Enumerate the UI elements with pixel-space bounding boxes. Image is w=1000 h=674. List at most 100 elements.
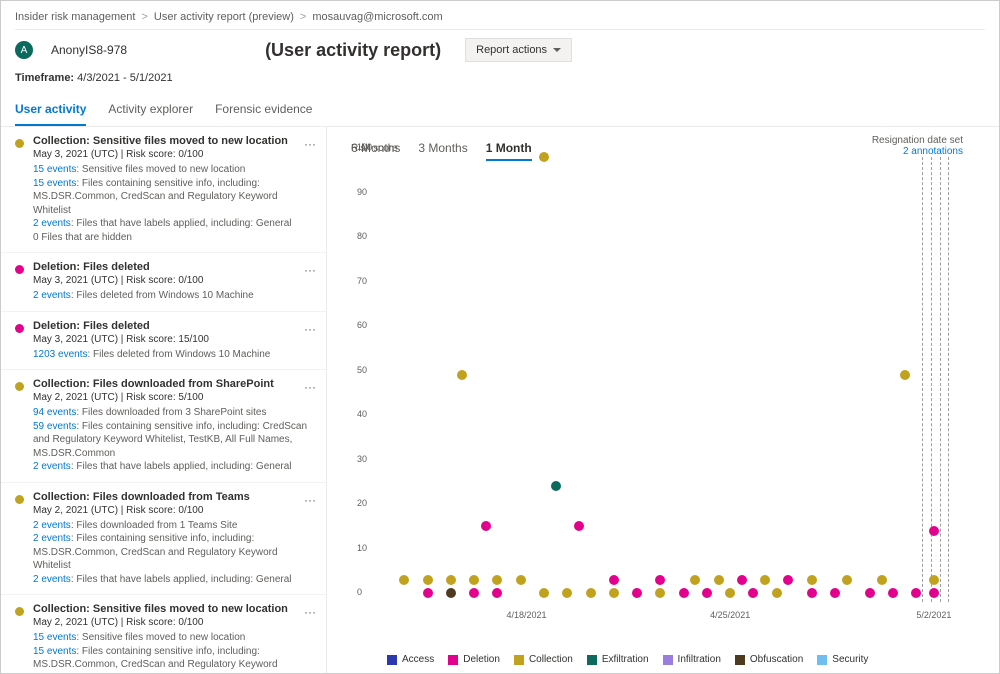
data-point[interactable] (690, 575, 700, 585)
more-icon[interactable]: ··· (304, 380, 316, 394)
activity-item[interactable]: Deletion: Files deleted···May 3, 2021 (U… (1, 253, 326, 312)
data-point[interactable] (807, 575, 817, 585)
legend-item[interactable]: Infiltration (663, 654, 721, 665)
legend-item[interactable]: Obfuscation (735, 654, 803, 665)
data-point[interactable] (748, 588, 758, 598)
data-point[interactable] (679, 588, 689, 598)
event-count-link[interactable]: 2 events (33, 533, 71, 544)
data-point[interactable] (702, 588, 712, 598)
data-point[interactable] (877, 575, 887, 585)
event-count-link[interactable]: 15 events (33, 646, 76, 657)
data-point[interactable] (655, 575, 665, 585)
breadcrumb-item[interactable]: Insider risk management (15, 11, 135, 23)
tab-activity-explorer[interactable]: Activity explorer (108, 94, 193, 126)
legend-item[interactable]: Security (817, 654, 868, 665)
data-point[interactable] (609, 588, 619, 598)
legend-swatch-icon (663, 655, 673, 665)
data-point[interactable] (551, 481, 561, 491)
data-point[interactable] (807, 588, 817, 598)
more-icon[interactable]: ··· (304, 137, 316, 151)
data-point[interactable] (830, 588, 840, 598)
data-point[interactable] (760, 575, 770, 585)
data-point[interactable] (481, 521, 491, 531)
data-point[interactable] (469, 575, 479, 585)
data-point[interactable] (842, 575, 852, 585)
event-count-link[interactable]: 2 events (33, 574, 71, 585)
event-count-link[interactable]: 2 events (33, 218, 71, 229)
activity-item[interactable]: Collection: Files downloaded from Teams·… (1, 483, 326, 596)
legend-item[interactable]: Exfiltration (587, 654, 649, 665)
tab-user-activity[interactable]: User activity (15, 94, 86, 126)
activity-item[interactable]: Collection: Sensitive files moved to new… (1, 595, 326, 673)
activity-detail: 2 events: Files containing sensitive inf… (33, 532, 308, 573)
data-point[interactable] (492, 575, 502, 585)
more-icon[interactable]: ··· (304, 605, 316, 619)
more-icon[interactable]: ··· (304, 263, 316, 277)
event-count-link[interactable]: 94 events (33, 407, 76, 418)
legend-item[interactable]: Access (387, 654, 434, 665)
data-point[interactable] (469, 588, 479, 598)
breadcrumb: Insider risk management>User activity re… (1, 1, 999, 29)
more-icon[interactable]: ··· (304, 493, 316, 507)
data-point[interactable] (446, 575, 456, 585)
legend-item[interactable]: Deletion (448, 654, 500, 665)
data-point[interactable] (539, 588, 549, 598)
data-point[interactable] (586, 588, 596, 598)
activity-item[interactable]: Deletion: Files deleted···May 3, 2021 (U… (1, 312, 326, 371)
data-point[interactable] (772, 588, 782, 598)
event-count-link[interactable]: 2 events (33, 290, 71, 301)
tab-forensic-evidence[interactable]: Forensic evidence (215, 94, 312, 126)
event-count-link[interactable]: 15 events (33, 164, 76, 175)
data-point[interactable] (888, 588, 898, 598)
data-point[interactable] (423, 588, 433, 598)
data-point[interactable] (911, 588, 921, 598)
legend-item[interactable]: Collection (514, 654, 573, 665)
breadcrumb-item[interactable]: mosauvag@microsoft.com (312, 11, 442, 23)
activity-sidebar[interactable]: Collection: Sensitive files moved to new… (1, 127, 327, 673)
annotations-link[interactable]: 2 annotations (872, 146, 963, 157)
data-point[interactable] (655, 588, 665, 598)
data-point[interactable] (929, 588, 939, 598)
data-point[interactable] (457, 370, 467, 380)
event-count-link[interactable]: 15 events (33, 632, 76, 643)
legend-swatch-icon (735, 655, 745, 665)
data-point[interactable] (562, 588, 572, 598)
legend-swatch-icon (587, 655, 597, 665)
breadcrumb-item[interactable]: User activity report (preview) (154, 11, 294, 23)
annotation-line (922, 157, 923, 602)
type-dot-icon (15, 382, 24, 391)
data-point[interactable] (783, 575, 793, 585)
activity-item[interactable]: Collection: Files downloaded from ShareP… (1, 370, 326, 483)
data-point[interactable] (516, 575, 526, 585)
data-point[interactable] (900, 370, 910, 380)
data-point[interactable] (725, 588, 735, 598)
data-point[interactable] (714, 575, 724, 585)
activity-detail: 2 events: Files that have labels applied… (33, 573, 308, 587)
event-count-link[interactable]: 59 events (33, 421, 76, 432)
data-point[interactable] (574, 521, 584, 531)
report-actions-button[interactable]: Report actions (465, 38, 572, 62)
activity-title: Deletion: Files deleted (33, 261, 308, 273)
event-count-link[interactable]: 2 events (33, 520, 71, 531)
data-point[interactable] (929, 526, 939, 536)
activity-item[interactable]: Collection: Sensitive files moved to new… (1, 127, 326, 253)
event-count-link[interactable]: 2 events (33, 461, 71, 472)
event-count-link[interactable]: 1203 events (33, 349, 88, 360)
event-count-link[interactable]: 15 events (33, 178, 76, 189)
data-point[interactable] (865, 588, 875, 598)
activity-detail: 2 events: Files downloaded from 1 Teams … (33, 519, 308, 533)
data-point[interactable] (492, 588, 502, 598)
data-point[interactable] (929, 575, 939, 585)
activity-detail: 15 events: Sensitive files moved to new … (33, 163, 308, 177)
data-point[interactable] (609, 575, 619, 585)
data-point[interactable] (539, 152, 549, 162)
data-point[interactable] (399, 575, 409, 585)
data-point[interactable] (632, 588, 642, 598)
y-tick: 40 (357, 409, 367, 419)
data-point[interactable] (423, 575, 433, 585)
activity-detail: 2 events: Files that have labels applied… (33, 460, 308, 474)
data-point[interactable] (446, 588, 456, 598)
data-point[interactable] (737, 575, 747, 585)
more-icon[interactable]: ··· (304, 322, 316, 336)
legend-swatch-icon (387, 655, 397, 665)
